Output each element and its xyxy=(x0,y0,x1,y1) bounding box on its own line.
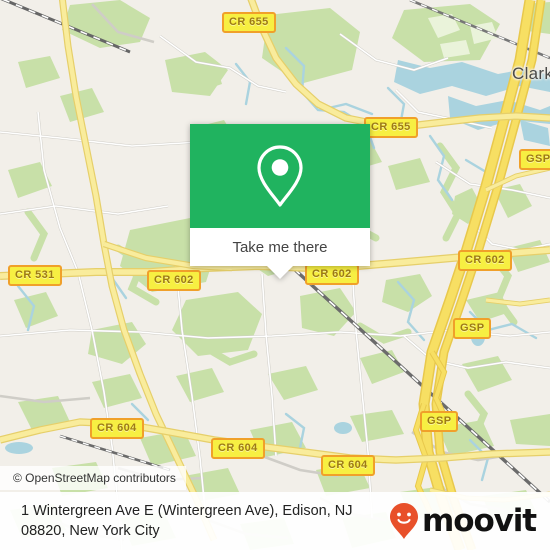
road-shield: CR 602 xyxy=(305,264,359,285)
footer-bar: 1 Wintergreen Ave E (Wintergreen Ave), E… xyxy=(0,492,550,550)
map-pond xyxy=(5,442,33,454)
road-shield: CR 604 xyxy=(321,455,375,476)
location-callout-card[interactable]: Take me there xyxy=(190,124,370,279)
road-shield: CR 604 xyxy=(211,438,265,459)
road-shield: CR 531 xyxy=(8,265,62,286)
address-line-1: 1 Wintergreen Ave E (Wintergreen Ave), E… xyxy=(21,503,353,519)
map-attribution[interactable]: © OpenStreetMap contributors xyxy=(0,466,186,490)
road-shield: CR 602 xyxy=(147,270,201,291)
road-shield: CR 604 xyxy=(90,418,144,439)
map-pond xyxy=(334,422,352,434)
take-me-there-button[interactable]: Take me there xyxy=(190,228,370,266)
road-shield: CR 655 xyxy=(222,12,276,33)
location-pin-icon xyxy=(257,145,303,207)
moovit-logo[interactable]: moovit xyxy=(389,502,537,540)
road-shield: GSP xyxy=(519,149,550,170)
road-shield: CR 602 xyxy=(458,250,512,271)
road-shield: GSP xyxy=(420,411,459,432)
road-shield: GSP xyxy=(453,318,492,339)
place-label: Clark xyxy=(512,64,550,83)
moovit-map-share-card: CR 655 CR 655 CR 531 CR 602 CR 602 CR 602 GSP G… xyxy=(0,0,550,550)
attribution-text: © OpenStreetMap contributors xyxy=(13,471,176,485)
take-me-there-label: Take me there xyxy=(232,238,328,256)
callout-pointer-tail xyxy=(267,266,293,279)
moovit-pin-icon xyxy=(390,503,419,539)
address-line-2: 08820, New York City xyxy=(21,523,160,539)
callout-image-panel xyxy=(190,124,370,228)
address-text: 1 Wintergreen Ave E (Wintergreen Ave), E… xyxy=(21,501,389,541)
road-shield: CR 655 xyxy=(364,117,418,138)
moovit-wordmark: moovit xyxy=(422,502,537,539)
